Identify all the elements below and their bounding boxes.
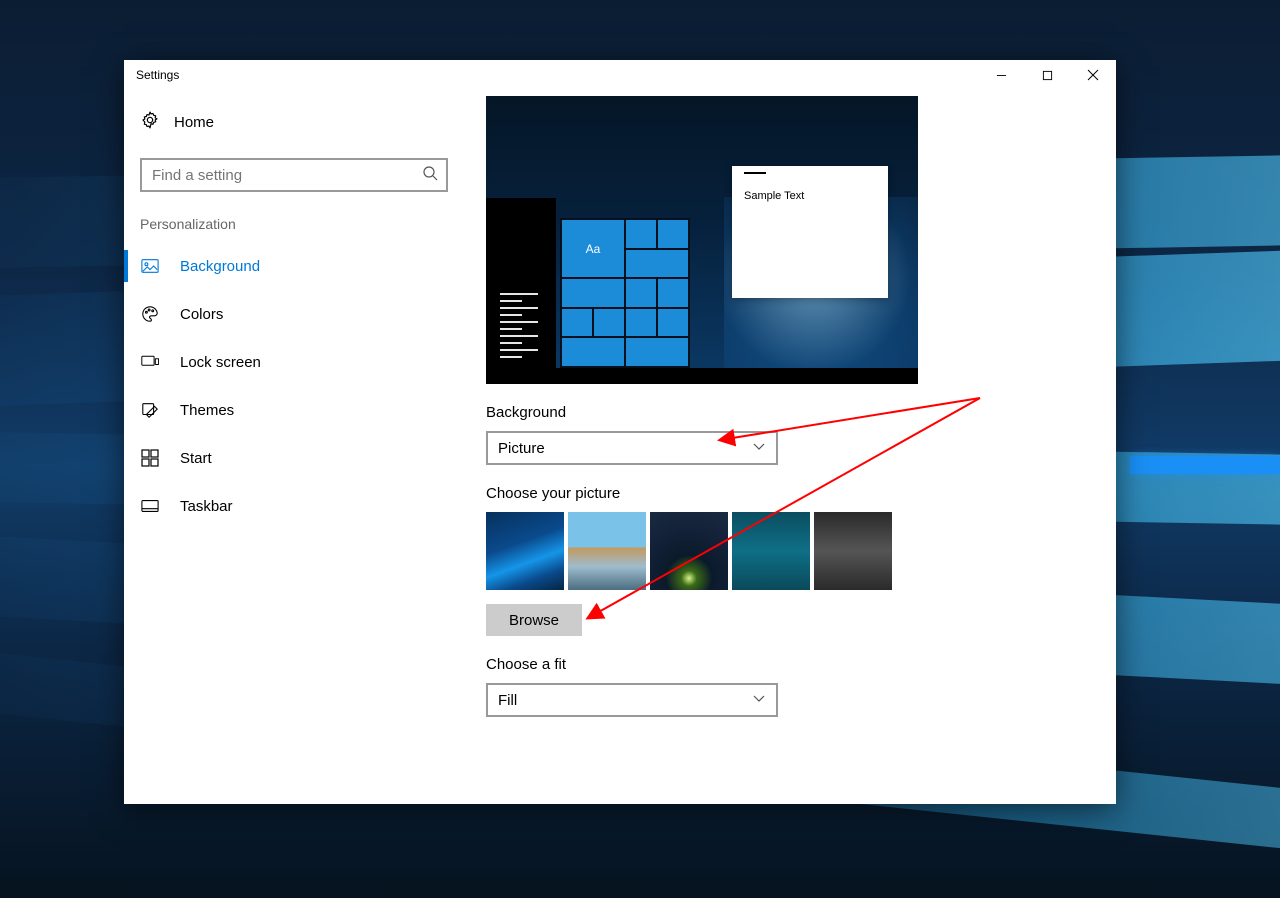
background-dropdown[interactable]: Picture — [486, 431, 778, 465]
sidebar-item-label: Start — [180, 450, 212, 467]
taskbar-icon — [140, 497, 160, 515]
sidebar-item-label: Background — [180, 258, 260, 275]
search-box[interactable] — [140, 158, 448, 192]
search-input[interactable] — [150, 166, 422, 185]
browse-button[interactable]: Browse — [486, 604, 582, 636]
picture-thumb-5[interactable] — [814, 512, 892, 590]
minimize-button[interactable] — [978, 60, 1024, 90]
sidebar-item-start[interactable]: Start — [124, 434, 470, 482]
background-label: Background — [486, 404, 1116, 421]
background-preview: Aa Sample Text — [486, 96, 918, 384]
picture-thumb-4[interactable] — [732, 512, 810, 590]
start-icon — [140, 449, 160, 467]
lockscreen-icon — [140, 353, 160, 371]
close-button[interactable] — [1070, 60, 1116, 90]
sidebar-item-label: Taskbar — [180, 498, 233, 515]
window-titlebar[interactable]: Settings — [124, 60, 1116, 90]
home-button[interactable]: Home — [140, 110, 470, 134]
chevron-down-icon — [752, 691, 766, 709]
choose-fit-label: Choose a fit — [486, 656, 1116, 673]
sidebar-section-header: Personalization — [140, 216, 470, 232]
choose-picture-label: Choose your picture — [486, 485, 1116, 502]
picture-thumbnails — [486, 512, 1116, 590]
fit-dropdown-value: Fill — [498, 692, 517, 709]
settings-sidebar: Home Personalization Background Colo — [124, 90, 486, 804]
preview-sample-window: Sample Text — [732, 166, 888, 298]
preview-sample-text: Sample Text — [744, 190, 876, 202]
fit-dropdown[interactable]: Fill — [486, 683, 778, 717]
settings-content: Aa Sample Text Background Picture — [486, 90, 1116, 804]
window-title: Settings — [136, 68, 179, 82]
sidebar-item-themes[interactable]: Themes — [124, 386, 470, 434]
preview-tile-aa: Aa — [562, 220, 624, 277]
background-dropdown-value: Picture — [498, 440, 545, 457]
sidebar-item-colors[interactable]: Colors — [124, 290, 470, 338]
palette-icon — [140, 305, 160, 323]
search-icon — [422, 165, 438, 186]
sidebar-item-lockscreen[interactable]: Lock screen — [124, 338, 470, 386]
themes-icon — [140, 401, 160, 419]
maximize-button[interactable] — [1024, 60, 1070, 90]
gear-icon — [140, 110, 160, 134]
chevron-down-icon — [752, 439, 766, 457]
picture-thumb-1[interactable] — [486, 512, 564, 590]
picture-thumb-3[interactable] — [650, 512, 728, 590]
picture-icon — [140, 257, 160, 275]
sidebar-item-label: Themes — [180, 402, 234, 419]
settings-window: Settings Home — [124, 60, 1116, 804]
sidebar-item-label: Lock screen — [180, 354, 261, 371]
sidebar-item-label: Colors — [180, 306, 223, 323]
sidebar-item-background[interactable]: Background — [124, 242, 470, 290]
picture-thumb-2[interactable] — [568, 512, 646, 590]
browse-button-label: Browse — [509, 612, 559, 629]
home-label: Home — [174, 114, 214, 131]
sidebar-item-taskbar[interactable]: Taskbar — [124, 482, 470, 530]
